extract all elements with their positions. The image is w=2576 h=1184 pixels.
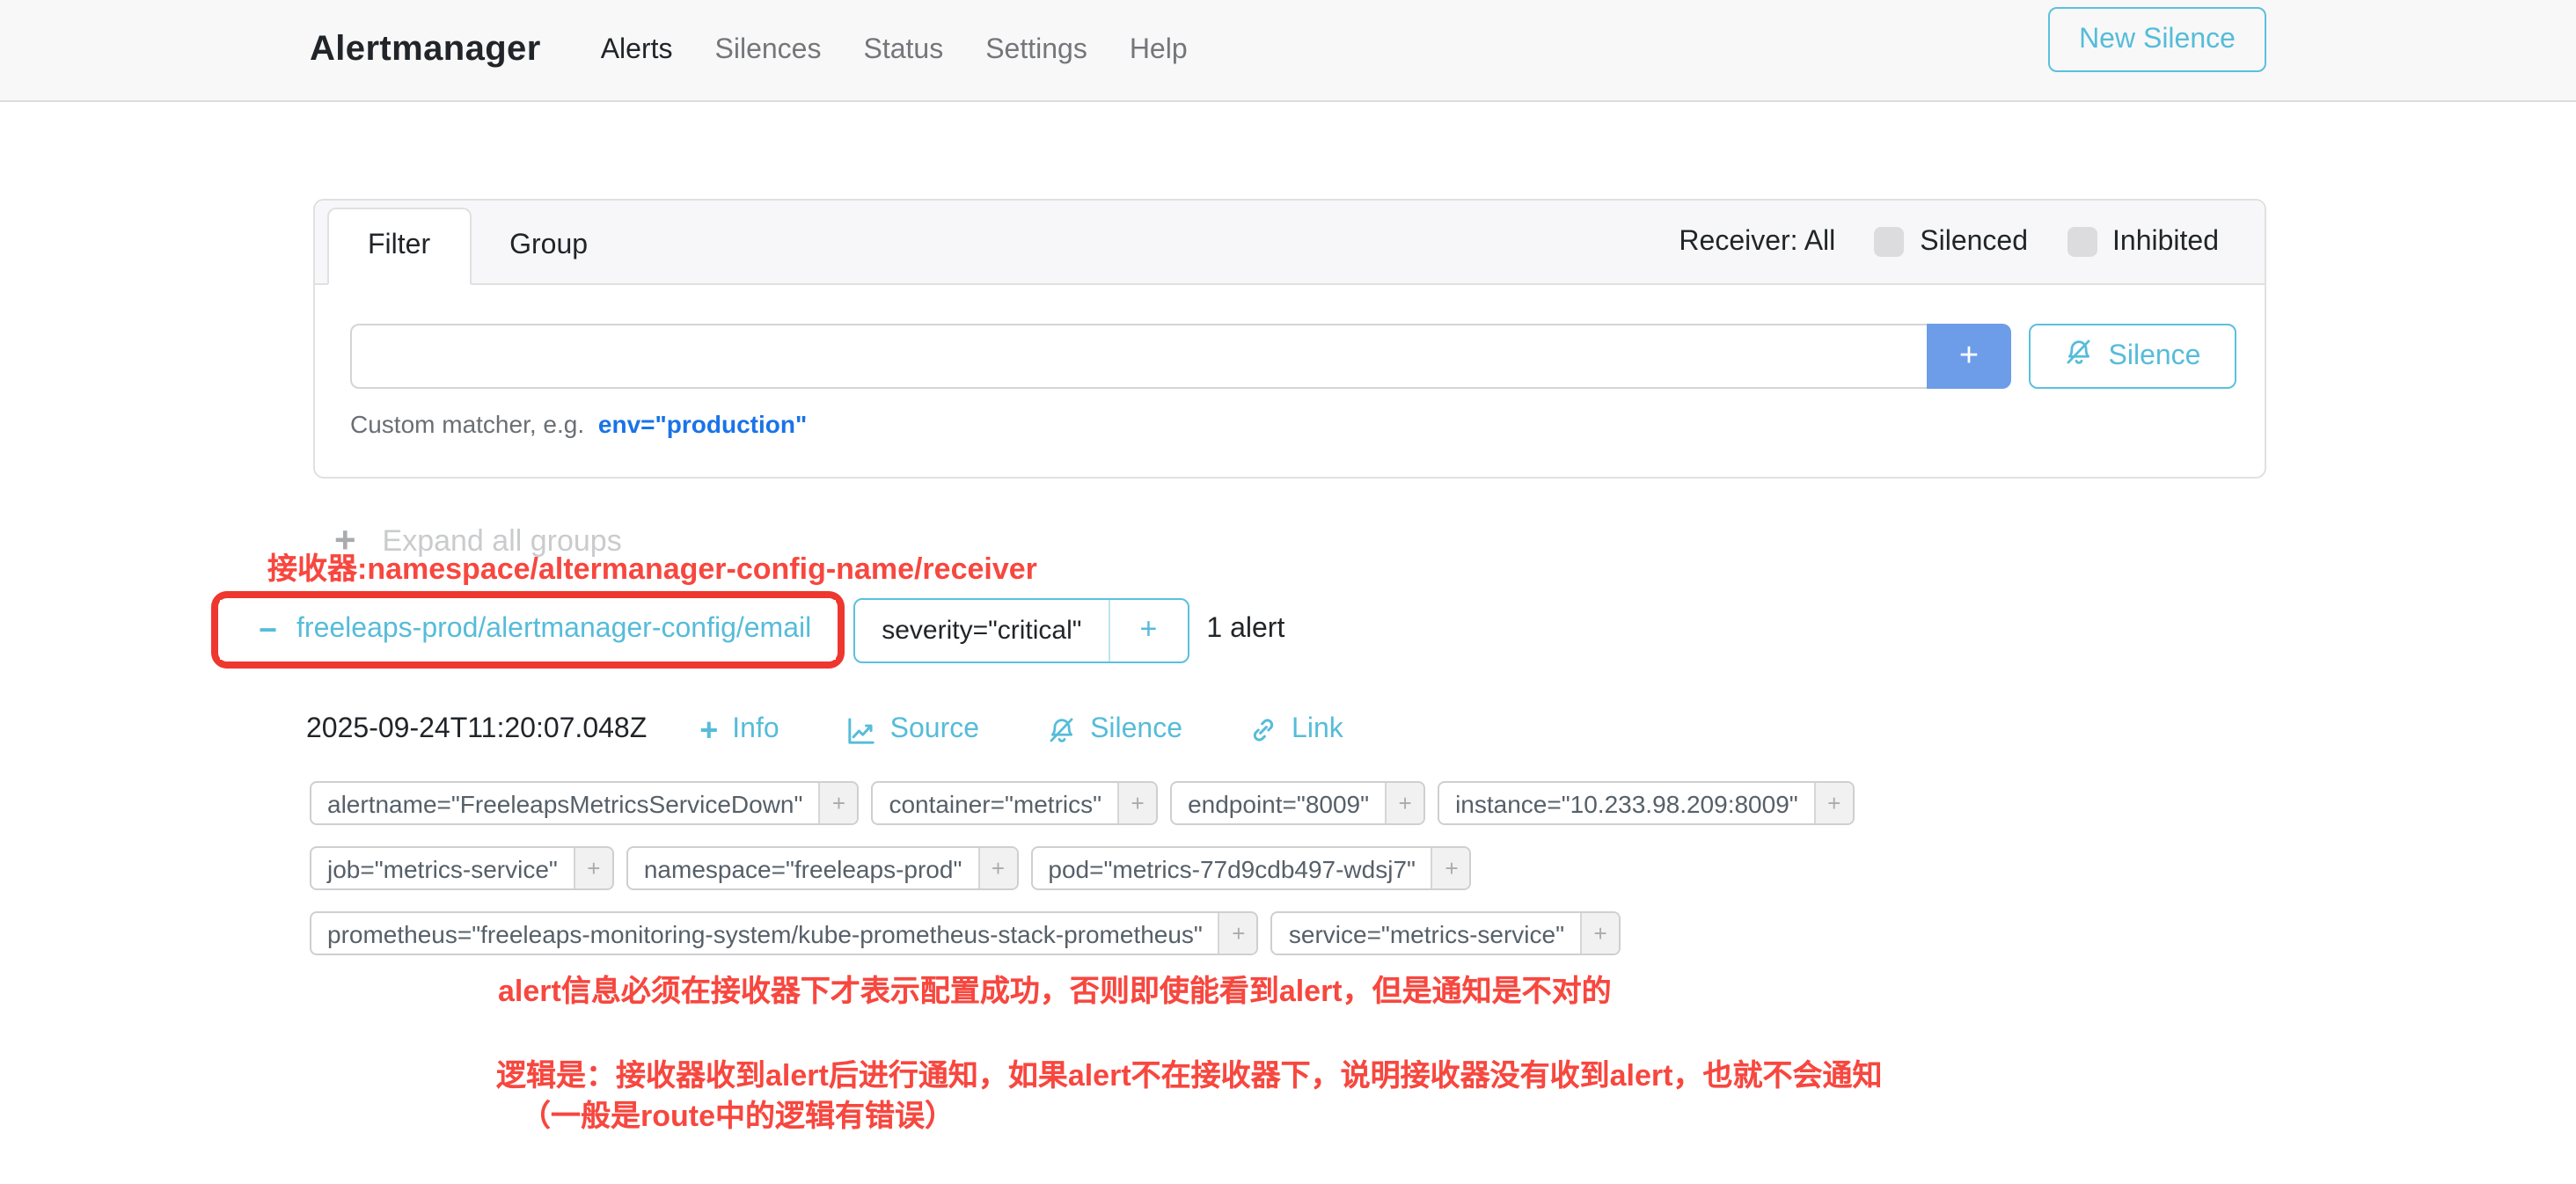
add-label-filter-button[interactable]: +	[1580, 913, 1619, 954]
matcher-hint: Custom matcher, e.g. env="production"	[350, 410, 2236, 438]
label-row: prometheus="freeleaps-monitoring-system/…	[310, 911, 1855, 955]
minus-icon: −	[259, 614, 277, 646]
alert-group-header: − freeleaps-prod/alertmanager-config/ema…	[211, 591, 1284, 669]
label-text: endpoint="8009"	[1172, 783, 1385, 823]
inhibited-checkbox[interactable]	[2067, 227, 2097, 257]
label-text: instance="10.233.98.209:8009"	[1439, 783, 1814, 823]
filter-panel: Filter Group Receiver: All Silenced Inhi…	[313, 199, 2266, 479]
add-label-filter-button[interactable]: +	[1431, 848, 1470, 888]
app-brand[interactable]: Alertmanager	[310, 30, 541, 70]
receiver-group-label: freeleaps-prod/alertmanager-config/email	[296, 614, 811, 646]
silenced-checkbox-item[interactable]: Silenced	[1874, 226, 2028, 258]
receiver-group-button[interactable]: − freeleaps-prod/alertmanager-config/ema…	[220, 600, 836, 660]
silenced-checkbox[interactable]	[1874, 227, 1904, 257]
plus-icon: +	[1139, 612, 1157, 647]
inhibited-checkbox-label: Inhibited	[2112, 226, 2219, 258]
filter-panel-body: + Silence Custom matcher, e.g. env="prod	[315, 285, 2265, 438]
alert-info-button[interactable]: + Info	[699, 714, 779, 746]
alert-link-label: Link	[1292, 714, 1343, 746]
add-group-matcher-button[interactable]: +	[1108, 599, 1187, 661]
inhibited-checkbox-item[interactable]: Inhibited	[2067, 226, 2219, 258]
annotation-alert-note: alert信息必须在接收器下才表示配置成功，否则即使能看到alert，但是通知是…	[498, 966, 1612, 1010]
nav-item-settings[interactable]: Settings	[964, 34, 1109, 66]
nav-item-help[interactable]: Help	[1109, 34, 1209, 66]
add-label-filter-button[interactable]: +	[1385, 783, 1423, 823]
add-label-filter-button[interactable]: +	[1814, 783, 1853, 823]
annotation-highlight-box: − freeleaps-prod/alertmanager-config/ema…	[211, 591, 845, 669]
annotation-logic-note: 逻辑是：接收器收到alert后进行通知，如果alert不在接收器下，说明接收器没…	[496, 1050, 1882, 1094]
nav-item-status[interactable]: Status	[842, 34, 964, 66]
add-label-filter-button[interactable]: +	[977, 848, 1016, 888]
bell-slash-icon	[2065, 337, 2095, 376]
label-row: job="metrics-service" + namespace="freel…	[310, 846, 1855, 890]
bell-slash-icon	[1046, 715, 1076, 745]
group-matcher-chip: severity="critical" +	[853, 597, 1189, 662]
silenced-checkbox-label: Silenced	[1920, 226, 2028, 258]
receiver-dropdown[interactable]: Receiver: All	[1679, 226, 1835, 258]
add-label-filter-button[interactable]: +	[574, 848, 612, 888]
new-silence-button[interactable]: New Silence	[2048, 7, 2266, 72]
silence-button-label: Silence	[2109, 340, 2201, 372]
alert-meta-row: 2025-09-24T11:20:07.048Z + Info Source	[306, 714, 1410, 746]
alert-info-label: Info	[732, 714, 779, 746]
label-text: alertname="FreeleapsMetricsServiceDown"	[311, 783, 818, 823]
label-chip: alertname="FreeleapsMetricsServiceDown" …	[310, 781, 859, 825]
label-chip: container="metrics" +	[871, 781, 1158, 825]
label-chip: endpoint="8009" +	[1170, 781, 1425, 825]
nav-item-silences[interactable]: Silences	[694, 34, 843, 66]
silence-from-filter-button[interactable]: Silence	[2029, 324, 2236, 389]
matcher-input-group: +	[350, 324, 2011, 389]
add-label-filter-button[interactable]: +	[818, 783, 857, 823]
label-chip: service="metrics-service" +	[1271, 911, 1621, 955]
filter-panel-header: Filter Group Receiver: All Silenced Inhi…	[315, 201, 2265, 285]
nav-item-alerts[interactable]: Alerts	[580, 34, 694, 66]
alert-source-link[interactable]: Source	[846, 714, 979, 746]
add-matcher-button[interactable]: +	[1927, 324, 2011, 389]
label-text: container="metrics"	[873, 783, 1117, 823]
group-matcher-label[interactable]: severity="critical"	[855, 599, 1108, 661]
label-chip: pod="metrics-77d9cdb497-wdsj7" +	[1030, 846, 1472, 890]
filter-options: Receiver: All Silenced Inhibited	[1679, 201, 2219, 283]
hint-example-link[interactable]: env="production"	[598, 410, 807, 438]
label-text: prometheus="freeleaps-monitoring-system/…	[311, 913, 1218, 954]
add-label-filter-button[interactable]: +	[1218, 913, 1257, 954]
top-navbar: Alertmanager Alerts Silences Status Sett…	[0, 0, 2576, 102]
label-row: alertname="FreeleapsMetricsServiceDown" …	[310, 781, 1855, 825]
matcher-input[interactable]	[350, 324, 1927, 389]
label-text: service="metrics-service"	[1273, 913, 1580, 954]
label-chip: namespace="freeleaps-prod" +	[626, 846, 1019, 890]
alert-labels: alertname="FreeleapsMetricsServiceDown" …	[310, 781, 1855, 976]
label-chip: job="metrics-service" +	[310, 846, 614, 890]
annotation-receiver-note: 接收器:namespace/altermanager-config-name/r…	[267, 544, 1037, 588]
alert-timestamp: 2025-09-24T11:20:07.048Z	[306, 714, 647, 746]
hint-text: Custom matcher, e.g.	[350, 410, 584, 438]
label-chip: instance="10.233.98.209:8009" +	[1438, 781, 1855, 825]
chart-line-icon	[846, 715, 876, 745]
tab-group[interactable]: Group	[471, 209, 626, 283]
label-text: job="metrics-service"	[311, 848, 574, 888]
label-text: namespace="freeleaps-prod"	[628, 848, 978, 888]
main-nav: Alerts Silences Status Settings Help	[580, 34, 1209, 66]
tab-filter[interactable]: Filter	[327, 208, 471, 285]
alert-source-label: Source	[890, 714, 979, 746]
add-label-filter-button[interactable]: +	[1117, 783, 1156, 823]
label-chip: prometheus="freeleaps-monitoring-system/…	[310, 911, 1259, 955]
alert-count: 1 alert	[1206, 614, 1284, 646]
link-icon	[1249, 716, 1277, 744]
label-text: pod="metrics-77d9cdb497-wdsj7"	[1032, 848, 1431, 888]
alert-generator-link[interactable]: Link	[1249, 714, 1343, 746]
alertmanager-page: Alertmanager Alerts Silences Status Sett…	[0, 0, 2576, 1184]
plus-icon: +	[699, 714, 718, 746]
alert-silence-label: Silence	[1090, 714, 1182, 746]
alert-silence-button[interactable]: Silence	[1046, 714, 1182, 746]
annotation-logic-note-2: （一般是route中的逻辑有错误）	[521, 1091, 955, 1135]
